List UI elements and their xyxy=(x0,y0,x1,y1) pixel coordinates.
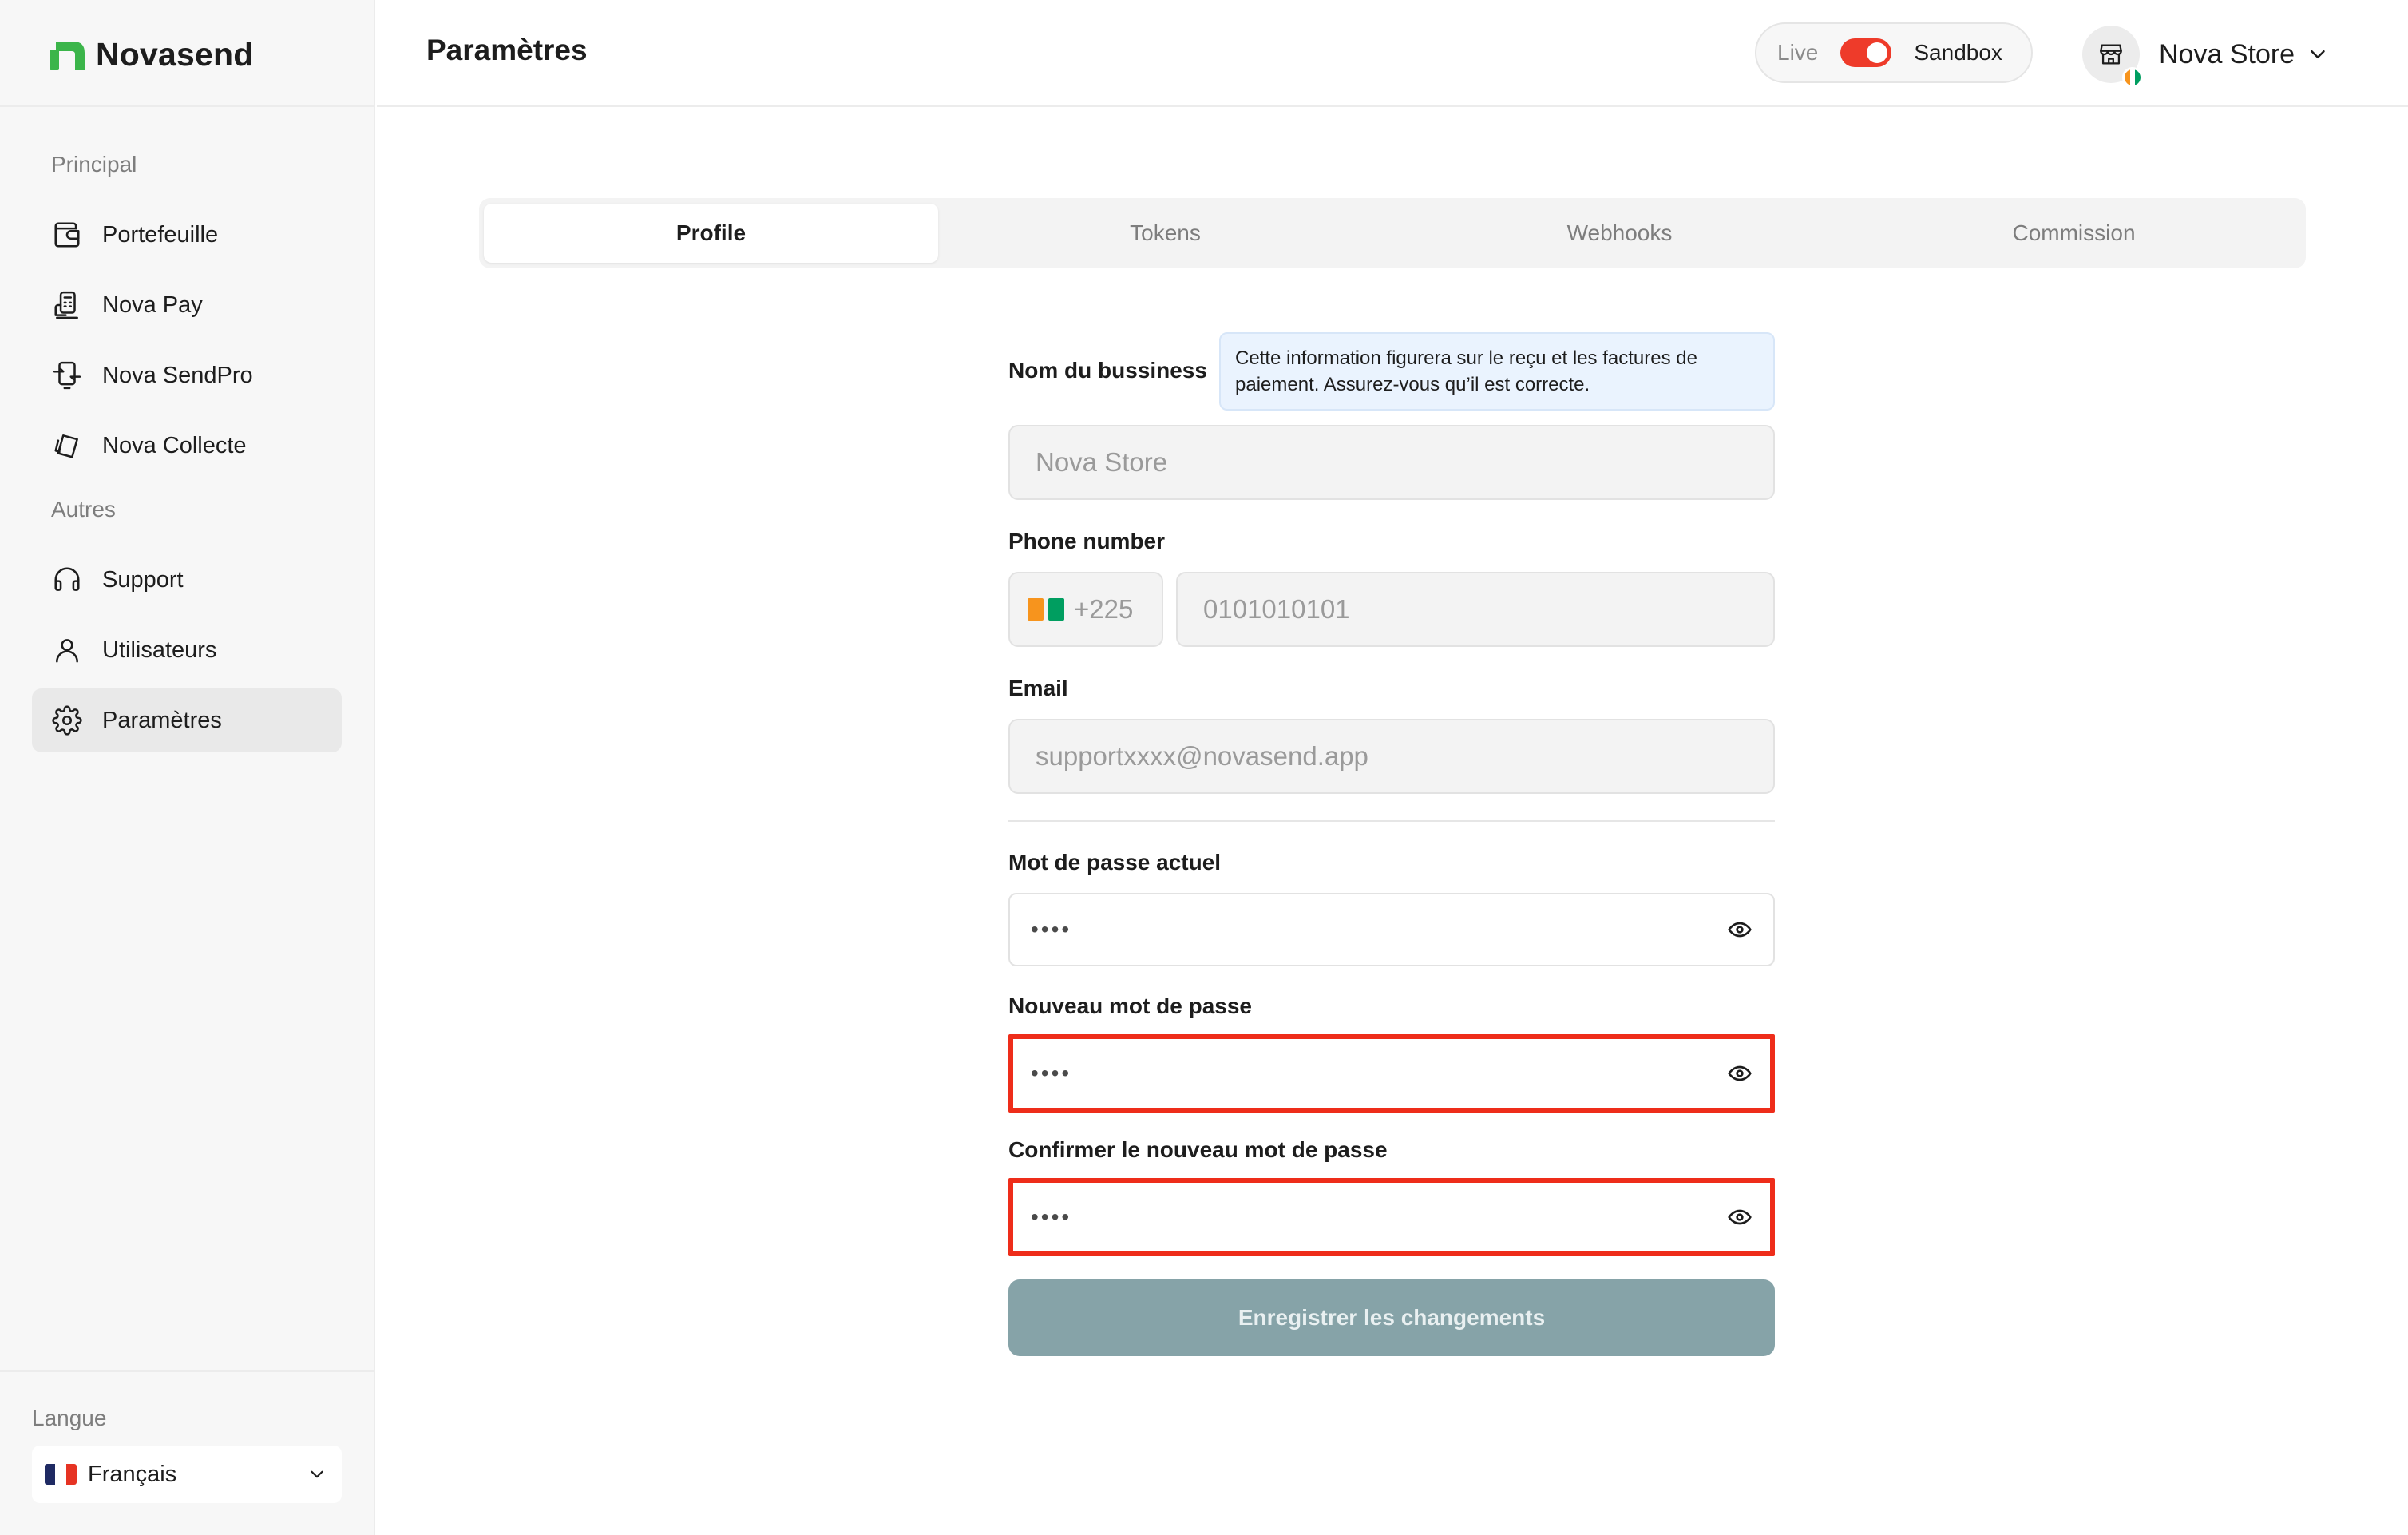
sidebar-divider xyxy=(0,105,375,107)
tab-tokens[interactable]: Tokens xyxy=(938,204,1392,263)
sidebar-item-label: Support xyxy=(102,566,184,593)
confirm-password-field[interactable]: •••• xyxy=(1008,1178,1775,1256)
sidebar-item-label: Nova SendPro xyxy=(102,362,253,388)
user-icon xyxy=(51,634,83,666)
sidebar-item-nova-sendpro[interactable]: Nova SendPro xyxy=(32,343,342,407)
env-sandbox-label[interactable]: Sandbox xyxy=(1914,40,2002,65)
environment-toggle: Live Sandbox xyxy=(1755,22,2033,83)
sidebar-item-support[interactable]: Support xyxy=(32,548,342,612)
env-switch[interactable] xyxy=(1840,38,1892,67)
business-name-field[interactable]: Nova Store xyxy=(1008,425,1775,500)
sidebar-item-label: Portefeuille xyxy=(102,221,219,248)
business-name-value: Nova Store xyxy=(1036,447,1168,477)
new-password-field[interactable]: •••• xyxy=(1008,1034,1775,1113)
switch-knob xyxy=(1867,42,1888,63)
language-select[interactable]: Français xyxy=(32,1446,342,1503)
sidebar-item-nova-pay[interactable]: Nova Pay xyxy=(32,273,342,337)
eye-icon[interactable] xyxy=(1727,917,1753,942)
env-live-label[interactable]: Live xyxy=(1777,40,1818,65)
new-password-label: Nouveau mot de passe xyxy=(1008,994,1252,1018)
transfer-icon xyxy=(51,359,83,391)
page-title: Paramètres xyxy=(426,34,588,66)
sidebar-item-label: Nova Pay xyxy=(102,292,203,318)
save-changes-button[interactable]: Enregistrer les changements xyxy=(1008,1279,1775,1356)
confirm-password-value: •••• xyxy=(1031,1204,1072,1229)
cards-icon xyxy=(51,430,83,462)
sidebar-item-utilisateurs[interactable]: Utilisateurs xyxy=(32,618,342,682)
wallet-icon xyxy=(51,219,83,251)
avatar xyxy=(2082,26,2143,88)
chevron-down-icon xyxy=(2306,42,2330,66)
sidebar-item-label: Nova Collecte xyxy=(102,432,247,458)
tab-webhooks[interactable]: Webhooks xyxy=(1392,204,1847,263)
phone-number-label: Phone number xyxy=(1008,529,1166,553)
france-flag-icon xyxy=(45,1464,77,1485)
new-password-value: •••• xyxy=(1031,1061,1072,1085)
current-password-value: •••• xyxy=(1031,917,1072,942)
section-label-principal: Principal xyxy=(51,152,137,177)
form-divider xyxy=(1008,820,1775,822)
store-name: Nova Store xyxy=(2159,38,2295,69)
phone-number-input[interactable] xyxy=(1203,594,1748,625)
email-input[interactable] xyxy=(1036,741,1748,771)
section-label-autres: Autres xyxy=(51,497,116,522)
eye-icon[interactable] xyxy=(1727,1204,1753,1230)
headset-icon xyxy=(51,564,83,596)
language-label: Langue xyxy=(32,1406,107,1430)
phone-number-field[interactable] xyxy=(1176,572,1775,647)
tab-commission[interactable]: Commission xyxy=(1847,204,2301,263)
language-value: Français xyxy=(88,1461,177,1487)
sidebar-bottom-divider xyxy=(0,1370,375,1372)
sidebar-item-nova-collecte[interactable]: Nova Collecte xyxy=(32,414,342,478)
sidebar-item-parametres[interactable]: Paramètres xyxy=(32,688,342,752)
business-name-info: Cette information figurera sur le reçu e… xyxy=(1219,332,1775,411)
sidebar-item-label: Paramètres xyxy=(102,707,222,733)
chevron-down-icon xyxy=(307,1464,327,1485)
gear-icon xyxy=(51,704,83,736)
eye-icon[interactable] xyxy=(1727,1061,1753,1086)
current-password-field[interactable]: •••• xyxy=(1008,893,1775,966)
tab-profile[interactable]: Profile xyxy=(484,204,938,263)
settings-tabs: Profile Tokens Webhooks Commission xyxy=(479,198,2306,268)
cote-divoire-flag-icon xyxy=(1028,598,1064,621)
current-password-label: Mot de passe actuel xyxy=(1008,850,1222,875)
store-menu[interactable]: Nova Store xyxy=(2082,24,2330,88)
brand-name: Novasend xyxy=(96,35,254,73)
sidebar-item-label: Utilisateurs xyxy=(102,637,217,663)
top-header: Paramètres Live Sandbox Nova Store xyxy=(377,0,2408,107)
sidebar: Novasend Principal Portefeuille Nova Pay… xyxy=(0,0,375,1535)
business-name-label: Nom du bussiness xyxy=(1008,358,1207,383)
cote-divoire-flag-icon xyxy=(2122,67,2143,88)
store-icon xyxy=(2097,41,2125,68)
novasend-logo-icon xyxy=(50,42,85,70)
phone-country-code[interactable]: +225 xyxy=(1008,572,1163,647)
sidebar-item-portefeuille[interactable]: Portefeuille xyxy=(32,203,342,267)
email-label: Email xyxy=(1008,676,1068,700)
brand-logo[interactable]: Novasend xyxy=(50,34,254,75)
pos-terminal-icon xyxy=(51,289,83,321)
confirm-password-label: Confirmer le nouveau mot de passe xyxy=(1008,1137,1388,1162)
phone-code-value: +225 xyxy=(1074,594,1134,624)
email-field[interactable] xyxy=(1008,719,1775,794)
